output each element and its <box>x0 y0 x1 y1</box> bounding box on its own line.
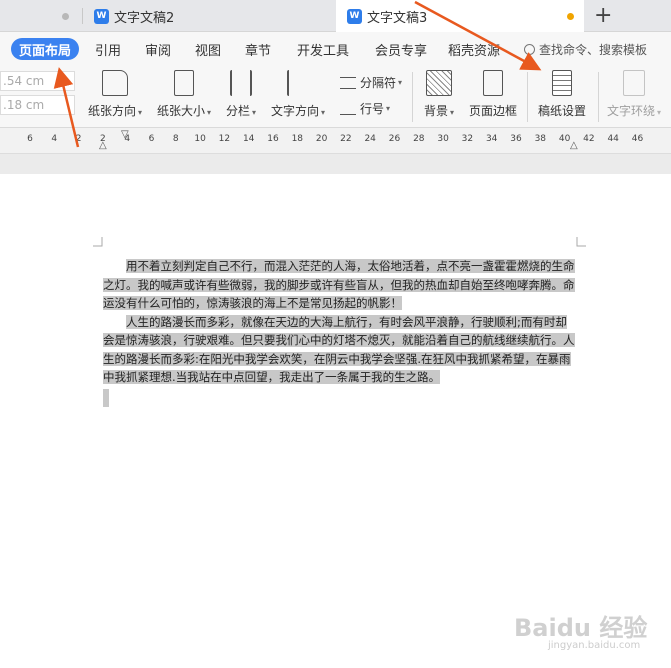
ruler-tick-label: 16 <box>267 134 279 144</box>
ruler-tick-label: 6 <box>148 134 155 144</box>
menu-bar: 页面布局 引用 审阅 视图 章节 开发工具 会员专享 稻壳资源 查找命令、搜索模… <box>0 32 671 66</box>
menu-view[interactable]: 视图 <box>195 40 221 59</box>
ruler-tick-label: 10 <box>194 134 206 144</box>
background-button[interactable]: 背景 ▾ <box>424 70 454 119</box>
paper-size-icon <box>174 70 195 96</box>
ruler-tick-label: 22 <box>340 134 352 144</box>
indent-marker-icon[interactable]: △ <box>570 140 578 151</box>
ruler-tick-label: 38 <box>534 134 547 144</box>
paper-direction-icon <box>102 70 129 96</box>
manuscript-settings-button[interactable]: 稿纸设置 <box>538 70 586 119</box>
text-direction-button[interactable]: 文字方向 ▾ <box>271 70 325 119</box>
tab-divider <box>82 8 83 24</box>
margin-bottom-input[interactable]: .18 cm <box>0 95 75 115</box>
document-canvas: 用不着立刻判定自己不行，而混入茫茫的人海，太俗地活着，点不亮一盏霍霍燃烧的生命之… <box>0 154 671 668</box>
tab-document-3[interactable]: W 文字文稿3 <box>336 0 584 32</box>
tab-strip: W 文字文稿2 W 文字文稿3 + <box>0 0 671 32</box>
ruler-tick-label: 26 <box>388 134 401 144</box>
page-border-button[interactable]: 页面边框 <box>469 70 517 119</box>
paper-size-button[interactable]: 纸张大小 ▾ <box>157 70 211 119</box>
paragraph: 人生的路漫长而多彩，就像在天边的大海上航行，有时会风平浪静，行驶顺利;而有时却会… <box>103 313 576 387</box>
indent-marker-icon[interactable]: △ <box>99 140 107 151</box>
ruler-tick-label: 40 <box>558 134 571 144</box>
command-search[interactable]: 查找命令、搜索模板 <box>524 41 647 58</box>
ruler-tick-label: 42 <box>583 134 595 144</box>
search-icon <box>524 44 535 55</box>
separator-icon <box>340 76 356 89</box>
menu-member-exclusive[interactable]: 会员专享 <box>375 40 427 59</box>
menu-docer-resources[interactable]: 稻壳资源 <box>448 40 500 59</box>
new-tab-icon[interactable]: + <box>594 2 612 30</box>
text-wrap-icon <box>623 70 646 96</box>
menu-chapter[interactable]: 章节 <box>245 40 271 59</box>
line-number-label: 行号 <box>360 102 385 116</box>
ruler-tick-label: 6 <box>27 134 33 144</box>
ruler-tick-label: 2 <box>75 134 82 144</box>
tab-document-2[interactable]: W 文字文稿2 <box>94 0 334 32</box>
ruler-tick-label: 24 <box>364 134 376 144</box>
ruler-tick-label: 34 <box>485 134 498 144</box>
empty-line-selection <box>103 388 109 407</box>
text-wrap-button: 文字环绕 ▾ <box>607 70 661 119</box>
ruler-tick-label: 8 <box>172 134 179 144</box>
page-corner-mark <box>576 237 586 247</box>
page-border-icon <box>483 70 503 96</box>
paper-size-label: 纸张大小 <box>157 104 206 118</box>
text-wrap-label: 文字环绕 <box>607 104 656 118</box>
ruler-tick-label: 32 <box>461 134 474 144</box>
ribbon-divider <box>598 72 599 122</box>
manuscript-settings-label: 稿纸设置 <box>538 104 587 118</box>
ruler-tick-label: 44 <box>607 134 619 144</box>
page-border-label: 页面边框 <box>469 104 518 118</box>
ruler-tick-label: 28 <box>413 134 425 144</box>
paper-direction-label: 纸张方向 <box>88 104 137 118</box>
line-number-icon <box>340 103 356 115</box>
unsaved-indicator <box>567 13 574 20</box>
ribbon-toolbar: .54 cm .18 cm 纸张方向 ▾ 纸张大小 ▾ 分栏 ▾ 文字方向 ▾ 分隔符 ▾… <box>0 66 671 128</box>
ruler-tick-label: 12 <box>218 134 231 144</box>
ribbon-divider <box>527 72 528 122</box>
wps-writer-icon: W <box>347 8 362 24</box>
separator-button[interactable]: 分隔符 ▾ <box>340 74 402 91</box>
search-placeholder: 查找命令、搜索模板 <box>539 43 648 57</box>
selected-text: 人生的路漫长而多彩，就像在天边的大海上航行，有时会风平浪静，行驶顺利;而有时却会… <box>103 314 575 384</box>
document-page[interactable]: 用不着立刻判定自己不行，而混入茫茫的人海，太俗地活着，点不亮一盏霍霍燃烧的生命之… <box>0 174 671 668</box>
tab-close-dot[interactable] <box>62 13 69 20</box>
ruler-tick-label: 46 <box>631 134 644 144</box>
columns-label: 分栏 <box>226 104 251 118</box>
text-direction-icon <box>287 70 309 96</box>
paragraph: 用不着立刻判定自己不行，而混入茫茫的人海，太俗地活着，点不亮一盏霍霍燃烧的生命之… <box>103 257 576 313</box>
horizontal-ruler[interactable]: 6 4 2 2 4 6 8 10 12 14 16 18 20 22 24 26 28 30 32 34 36 38 40 4… <box>0 128 671 154</box>
ruler-tick-label: 18 <box>291 134 304 144</box>
background-label: 背景 <box>424 104 449 118</box>
text-direction-label: 文字方向 <box>271 104 320 118</box>
line-number-button[interactable]: 行号 ▾ <box>340 100 390 117</box>
ruler-tick-label: 20 <box>315 134 328 144</box>
baidu-watermark-url: jingyan.baidu.com <box>548 640 641 651</box>
separator-label: 分隔符 <box>360 76 397 90</box>
columns-icon <box>230 70 253 96</box>
ruler-tick-label: 30 <box>437 134 449 144</box>
ruler-tick-label: 36 <box>510 134 522 144</box>
indent-marker-icon[interactable]: ▽ <box>121 129 129 140</box>
tab-title: 文字文稿2 <box>114 10 175 26</box>
ruler-tick-label: 14 <box>242 134 255 144</box>
ruler-tick-label: 4 <box>51 134 58 144</box>
menu-developer-tools[interactable]: 开发工具 <box>297 40 349 59</box>
paper-direction-button[interactable]: 纸张方向 ▾ <box>88 70 142 119</box>
page-corner-mark <box>93 237 103 247</box>
menu-references[interactable]: 引用 <box>95 40 121 59</box>
selected-text: 用不着立刻判定自己不行，而混入茫茫的人海，太俗地活着，点不亮一盏霍霍燃烧的生命之… <box>103 259 575 310</box>
document-body[interactable]: 用不着立刻判定自己不行，而混入茫茫的人海，太俗地活着，点不亮一盏霍霍燃烧的生命之… <box>103 257 576 407</box>
tab-title: 文字文稿3 <box>367 10 428 26</box>
background-icon <box>426 70 453 96</box>
manuscript-grid-icon <box>552 70 572 96</box>
baidu-watermark: Baidu 经验 <box>514 614 648 642</box>
margin-top-input[interactable]: .54 cm <box>0 71 75 91</box>
columns-button[interactable]: 分栏 ▾ <box>226 70 256 119</box>
menu-page-layout[interactable]: 页面布局 <box>11 38 79 60</box>
menu-review[interactable]: 审阅 <box>145 40 171 59</box>
ribbon-divider <box>412 72 413 122</box>
wps-writer-icon: W <box>94 8 109 24</box>
